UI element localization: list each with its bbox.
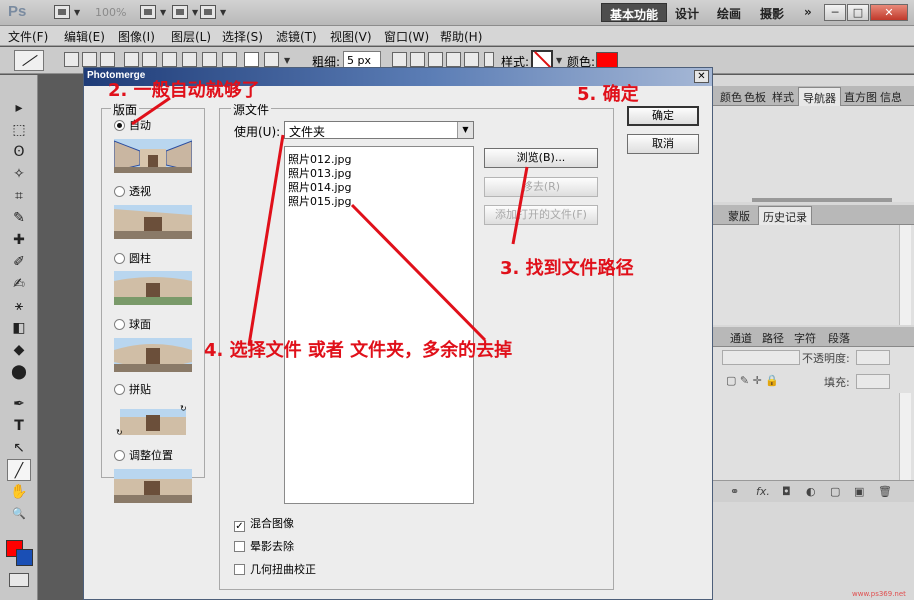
annotation-step-5: 5. 确定: [577, 84, 639, 105]
annotation-line-3: [511, 166, 529, 245]
annotation-step-3: 3. 找到文件路径: [500, 258, 634, 279]
annotation-line-4a: [247, 134, 285, 346]
annotation-line-4b: [350, 203, 487, 342]
annotation-step-2: 2. 一般自动就够了: [108, 80, 260, 101]
annotation-step-4: 4. 选择文件 或者 文件夹，多余的去掉: [204, 340, 513, 361]
watermark: www.ps369.net: [852, 590, 906, 598]
